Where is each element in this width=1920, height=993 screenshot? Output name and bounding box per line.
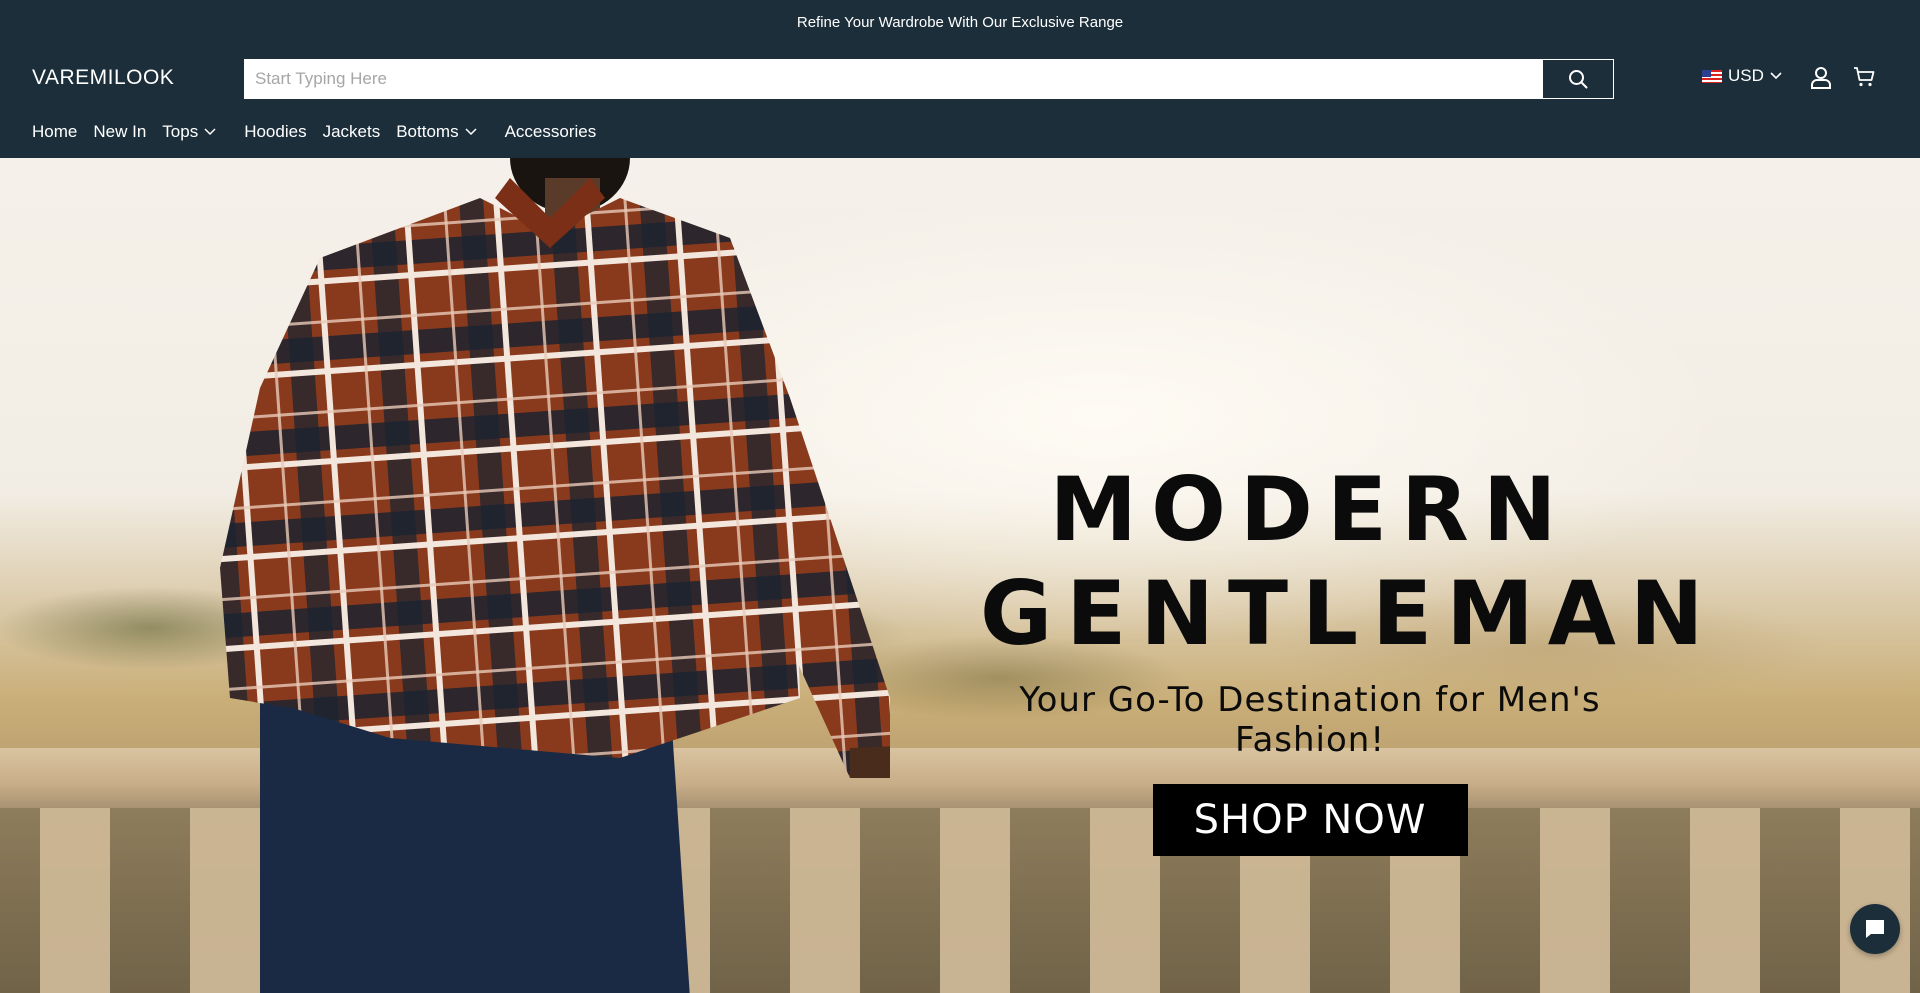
cart-button[interactable]	[1853, 66, 1875, 93]
shop-now-button[interactable]: SHOP NOW	[1152, 784, 1468, 856]
nav-hoodies[interactable]: Hoodies	[244, 122, 306, 142]
nav-jackets[interactable]: Jackets	[323, 122, 381, 142]
hero-banner: MODERN GENTLEMAN Your Go-To Destination …	[0, 158, 1920, 993]
hero-title-line-2: GENTLEMAN	[980, 562, 1718, 665]
nav-label: Hoodies	[244, 122, 307, 141]
chat-button[interactable]	[1850, 904, 1900, 954]
nav-label: Jackets	[322, 122, 381, 141]
announcement-text: Refine Your Wardrobe With Our Exclusive …	[796, 13, 1124, 31]
nav-home[interactable]: Home	[32, 122, 77, 142]
chevron-down-icon	[204, 128, 216, 136]
store-logo[interactable]: VAREMILOOK	[32, 66, 174, 90]
chat-icon	[1866, 920, 1884, 938]
nav-label: Tops	[162, 122, 199, 141]
nav-label: Home	[32, 122, 78, 141]
nav-bottoms[interactable]: Bottoms	[396, 122, 477, 142]
hero-content: MODERN GENTLEMAN Your Go-To Destination …	[980, 458, 1718, 856]
us-flag-icon	[1702, 69, 1722, 83]
nav-accessories[interactable]: Accessories	[505, 122, 597, 142]
search-bar	[244, 59, 1614, 99]
currency-code: USD	[1728, 66, 1764, 85]
nav-tops[interactable]: Tops	[162, 122, 216, 142]
hero-model-image	[220, 158, 890, 993]
nav-label: Bottoms	[396, 122, 459, 141]
chevron-down-icon	[1770, 72, 1782, 80]
nav-new-in[interactable]: New In	[93, 122, 146, 142]
hero-subtitle: Your Go-To Destination for Men's Fashion…	[1019, 680, 1601, 760]
main-navigation: Home New In Tops Hoodies Jackets Bottoms…	[32, 122, 612, 142]
site-header: VAREMILOOK USD Home New In Tops Hoodies …	[0, 44, 1920, 158]
announcement-bar: Refine Your Wardrobe With Our Exclusive …	[0, 0, 1920, 44]
nav-label: New In	[93, 122, 147, 141]
currency-selector[interactable]: USD	[1702, 66, 1782, 86]
hero-title-line-1: MODERN	[1049, 458, 1571, 561]
nav-label: Accessories	[504, 122, 597, 141]
account-button[interactable]	[1810, 66, 1832, 95]
user-icon	[1811, 67, 1831, 89]
cart-icon	[1854, 67, 1875, 87]
search-input[interactable]	[244, 59, 1542, 99]
chevron-down-icon	[465, 128, 477, 136]
search-icon	[1569, 70, 1588, 89]
search-button[interactable]	[1542, 59, 1614, 99]
